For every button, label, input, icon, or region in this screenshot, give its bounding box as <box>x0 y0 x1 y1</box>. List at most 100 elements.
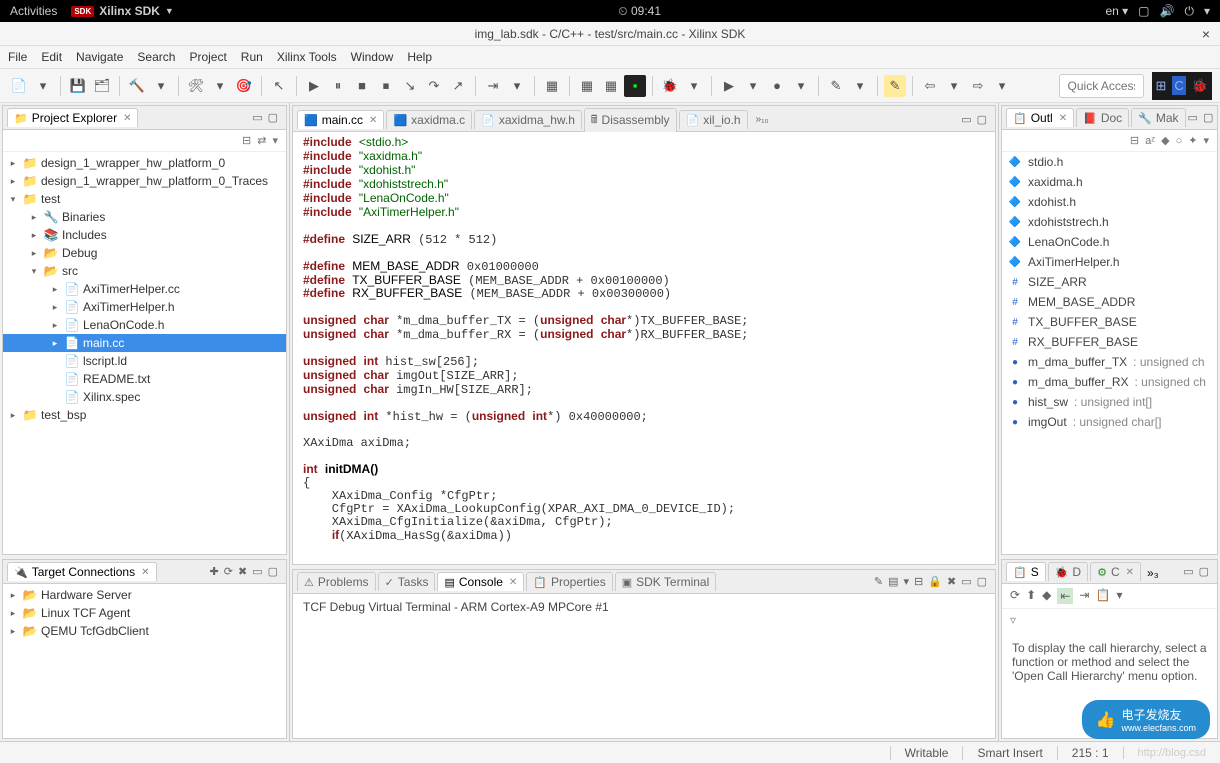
tab-s[interactable]: 📋S <box>1006 562 1046 581</box>
target-tree[interactable]: ▸📂Hardware Server▸📂Linux TCF Agent▸📂QEMU… <box>3 584 286 738</box>
bottom-tab-properties[interactable]: 📋Properties <box>526 572 612 591</box>
dropdown-icon[interactable]: ▾ <box>683 75 705 97</box>
step-over-icon[interactable]: ↷ <box>423 75 445 97</box>
expand-arrow-icon[interactable]: ▸ <box>28 230 40 241</box>
console-tool-icon[interactable]: ▭ <box>961 575 971 588</box>
build-icon[interactable]: 🔨 <box>126 75 148 97</box>
expand-arrow-icon[interactable]: ▸ <box>7 608 19 619</box>
editor-tab[interactable]: 🟦main.cc✕ <box>297 110 384 129</box>
tab-close-icon[interactable]: ✕ <box>1126 567 1134 578</box>
menu-navigate[interactable]: Navigate <box>76 50 123 64</box>
repo-icon[interactable]: ▦ <box>576 75 598 97</box>
refresh-icon[interactable]: ⟳ <box>224 565 233 578</box>
tree-item[interactable]: ▸📁design_1_wrapper_hw_platform_0_Traces <box>3 172 286 190</box>
cpp-perspective-icon[interactable]: C <box>1172 76 1185 95</box>
dropdown-icon[interactable]: ▾ <box>209 75 231 97</box>
project-explorer-tab[interactable]: 📁 Project Explorer ✕ <box>7 108 138 127</box>
volume-icon[interactable]: 🔊 <box>1160 4 1175 18</box>
forward-icon[interactable]: ⇨ <box>967 75 989 97</box>
power-icon[interactable]: ⏻ <box>1184 4 1194 19</box>
cursor-icon[interactable]: ↖ <box>268 75 290 97</box>
console-tool-icon[interactable]: ▢ <box>977 575 987 588</box>
tree-item[interactable]: ▾📁test <box>3 190 286 208</box>
outline-item[interactable]: 🔷xdohiststrech.h <box>1002 212 1217 232</box>
editor-tab[interactable]: 📄xaxidma_hw.h <box>474 110 582 129</box>
outline-item[interactable]: ●m_dma_buffer_TX : unsigned ch <box>1002 352 1217 372</box>
expand-arrow-icon[interactable]: ▸ <box>49 284 61 295</box>
instruction-step-icon[interactable]: ⇥ <box>482 75 504 97</box>
debug-perspective-icon[interactable]: 🐞 <box>1192 78 1208 94</box>
tree-item[interactable]: ▸📂Hardware Server <box>3 586 286 604</box>
expand-arrow-icon[interactable]: ▸ <box>49 320 61 331</box>
menu-project[interactable]: Project <box>189 50 226 64</box>
tree-item[interactable]: ▸📁design_1_wrapper_hw_platform_0 <box>3 154 286 172</box>
menu-run[interactable]: Run <box>241 50 263 64</box>
outline-item[interactable]: ●hist_sw : unsigned int[] <box>1002 392 1217 412</box>
link-editor-icon[interactable]: ⇄ <box>257 134 266 147</box>
minimize-icon[interactable]: ▭ <box>961 113 971 126</box>
tree-item[interactable]: ▸📚Includes <box>3 226 286 244</box>
tree-item[interactable]: ▾📂src <box>3 262 286 280</box>
highlight-icon[interactable]: ✎ <box>884 75 906 97</box>
outline-item[interactable]: #SIZE_ARR <box>1002 272 1217 292</box>
tab-c[interactable]: ⚙C✕ <box>1090 562 1141 581</box>
tree-item[interactable]: 📄lscript.ld <box>3 352 286 370</box>
maximize-icon[interactable]: ▢ <box>268 565 278 578</box>
expand-arrow-icon[interactable]: ▸ <box>7 158 19 169</box>
bottom-tab-problems[interactable]: ⚠Problems <box>297 572 376 591</box>
outline-item[interactable]: #TX_BUFFER_BASE <box>1002 312 1217 332</box>
expand-arrow-icon[interactable]: ▾ <box>7 194 19 205</box>
target-icon[interactable]: 🎯 <box>233 75 255 97</box>
maximize-icon[interactable]: ▢ <box>1199 565 1209 578</box>
clock[interactable]: ⏲ 09:41 <box>174 4 1106 19</box>
back-icon[interactable]: ⇦ <box>919 75 941 97</box>
menu-search[interactable]: Search <box>137 50 175 64</box>
filter3-icon[interactable]: ✦ <box>1188 134 1197 147</box>
expand-arrow-icon[interactable]: ▸ <box>7 176 19 187</box>
save-icon[interactable]: 💾 <box>67 75 89 97</box>
tab-close-icon[interactable]: ✕ <box>141 567 149 578</box>
sort-icon[interactable]: ⊟ <box>1130 134 1139 147</box>
pause-icon[interactable]: ⏸ <box>327 75 349 97</box>
bottom-tab-console[interactable]: ▤Console✕ <box>437 572 524 591</box>
outline-tab-outl[interactable]: 📋Outl✕ <box>1006 108 1074 127</box>
tab-close-icon[interactable]: ✕ <box>123 113 131 124</box>
outline-tab-mak[interactable]: 🔧Mak <box>1131 108 1185 127</box>
minimize-icon[interactable]: ▭ <box>1188 111 1198 124</box>
menu-edit[interactable]: Edit <box>41 50 62 64</box>
callees-icon[interactable]: ⇥ <box>1079 588 1089 604</box>
bottom-tab-tasks[interactable]: ✓Tasks <box>378 572 436 591</box>
outline-item[interactable]: 🔷xaxidma.h <box>1002 172 1217 192</box>
maximize-icon[interactable]: ▢ <box>268 111 278 124</box>
view-menu-icon[interactable]: ▾ <box>1116 588 1122 604</box>
outline-tab-doc[interactable]: 📕Doc <box>1076 108 1129 127</box>
dropdown-icon[interactable]: ▾ <box>32 75 54 97</box>
hammer-icon[interactable]: 🛠 <box>185 75 207 97</box>
tree-item[interactable]: ▸📂QEMU TcfGdbClient <box>3 622 286 640</box>
tree-item[interactable]: ▸📁test_bsp <box>3 406 286 424</box>
console-tool-icon[interactable]: 🔒 <box>928 575 942 588</box>
editor-body[interactable]: #include <stdio.h> #include "xaxidma.h" … <box>293 132 995 564</box>
console-tool-icon[interactable]: ▤ <box>888 575 898 588</box>
az-icon[interactable]: aᶻ <box>1145 135 1155 147</box>
lang-indicator[interactable]: en ▾ <box>1105 4 1128 18</box>
console-tool-icon[interactable]: ▾ <box>904 575 910 588</box>
perspective-switcher[interactable]: ⊞ C 🐞 <box>1152 72 1212 100</box>
expand-arrow-icon[interactable]: ▸ <box>7 626 19 637</box>
console-tool-icon[interactable]: ✖ <box>947 575 956 588</box>
expand-arrow-icon[interactable]: ▸ <box>49 302 61 313</box>
run-last-icon[interactable]: ● <box>766 75 788 97</box>
delete-icon[interactable]: ✖ <box>238 565 247 578</box>
tree-item[interactable]: ▸📂Debug <box>3 244 286 262</box>
project-tree[interactable]: ▸📁design_1_wrapper_hw_platform_0▸📁design… <box>3 152 286 554</box>
up-icon[interactable]: ⬆ <box>1026 588 1036 604</box>
add-icon[interactable]: ✚ <box>210 565 219 578</box>
menu-xilinx-tools[interactable]: Xilinx Tools <box>277 50 337 64</box>
menu-help[interactable]: Help <box>407 50 432 64</box>
run-icon[interactable]: ▶ <box>718 75 740 97</box>
menu-window[interactable]: Window <box>351 50 394 64</box>
terminal-icon[interactable]: ▪ <box>624 75 646 97</box>
dropdown-icon[interactable]: ▾ <box>150 75 172 97</box>
fpga-icon[interactable]: ▦ <box>541 75 563 97</box>
active-app[interactable]: SDK Xilinx SDK ▼ <box>71 4 174 18</box>
